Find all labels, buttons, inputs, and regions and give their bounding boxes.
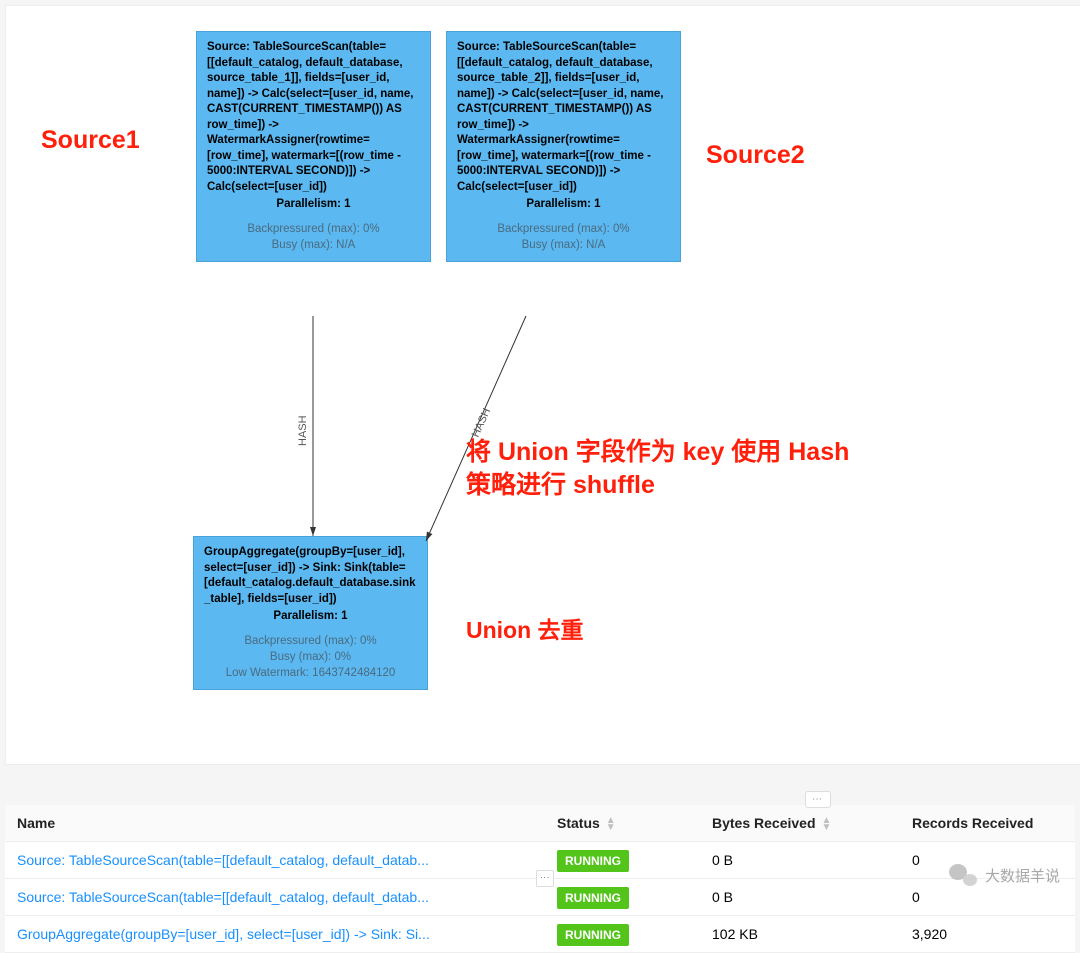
edge-label-hash: HASH <box>470 406 493 439</box>
annotation-source1: Source1 <box>41 126 140 155</box>
annotation-source2: Source2 <box>706 141 805 170</box>
records-cell: 3,920 <box>900 916 1075 953</box>
status-badge: RUNNING <box>557 887 629 909</box>
operator-link[interactable]: Source: TableSourceScan(table=[[default_… <box>17 889 429 905</box>
watermark: 大数据羊说 <box>949 861 1060 889</box>
bytes-cell: 0 B <box>700 879 900 916</box>
operator-metrics: Backpressured (max): 0% Busy (max): N/A <box>207 221 420 253</box>
operator-metrics: Backpressured (max): 0% Busy (max): N/A <box>457 221 670 253</box>
annotation-hash: 将 Union 字段作为 key 使用 Hash 策略进行 shuffle <box>466 436 966 501</box>
operator-parallelism: Parallelism: 1 <box>204 609 417 625</box>
column-resize-handle-icon[interactable]: ⋮ <box>536 870 554 887</box>
status-badge: RUNNING <box>557 850 629 872</box>
drag-handle-icon[interactable]: ⋯ <box>805 791 831 808</box>
operator-parallelism: Parallelism: 1 <box>457 197 670 213</box>
operator-node-source2[interactable]: Source: TableSourceScan(table=[[default_… <box>446 31 681 262</box>
annotation-union: Union 去重 <box>466 611 584 645</box>
sort-icon[interactable]: ▲▼ <box>822 817 832 831</box>
operator-description: GroupAggregate(groupBy=[user_id], select… <box>204 545 417 607</box>
bytes-cell: 102 KB <box>700 916 900 953</box>
operator-link[interactable]: GroupAggregate(groupBy=[user_id], select… <box>17 926 430 942</box>
operator-description: Source: TableSourceScan(table=[[default_… <box>207 40 420 195</box>
wechat-icon <box>949 861 977 889</box>
operator-metrics: Backpressured (max): 0% Busy (max): 0% L… <box>204 633 417 681</box>
status-badge: RUNNING <box>557 924 629 946</box>
sort-icon[interactable]: ▲▼ <box>606 817 616 831</box>
edge-label-hash: HASH <box>297 415 309 446</box>
column-header-name[interactable]: Name <box>5 805 545 842</box>
operator-node-sink[interactable]: GroupAggregate(groupBy=[user_id], select… <box>193 536 428 690</box>
operator-link[interactable]: Source: TableSourceScan(table=[[default_… <box>17 852 429 868</box>
job-graph-canvas[interactable]: Source: TableSourceScan(table=[[default_… <box>5 5 1080 765</box>
table-row[interactable]: GroupAggregate(groupBy=[user_id], select… <box>5 916 1075 953</box>
column-header-bytes[interactable]: Bytes Received▲▼ <box>700 805 900 842</box>
column-header-status[interactable]: Status▲▼ <box>545 805 700 842</box>
operator-node-source1[interactable]: Source: TableSourceScan(table=[[default_… <box>196 31 431 262</box>
operator-description: Source: TableSourceScan(table=[[default_… <box>457 40 670 195</box>
operator-parallelism: Parallelism: 1 <box>207 197 420 213</box>
column-header-records[interactable]: Records Received <box>900 805 1075 842</box>
bytes-cell: 0 B <box>700 842 900 879</box>
